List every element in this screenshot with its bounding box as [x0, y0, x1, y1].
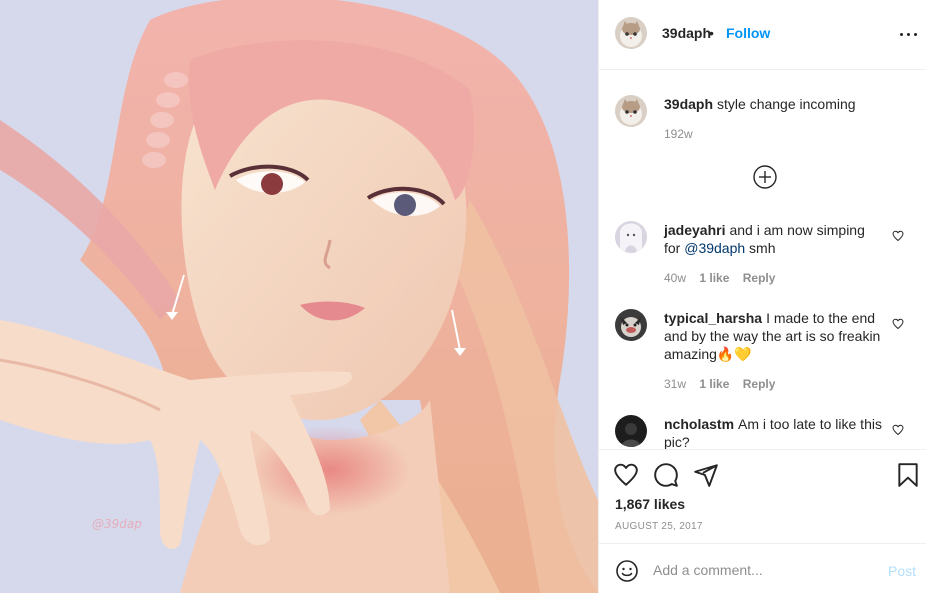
caption-avatar[interactable]: [615, 95, 647, 127]
comment-username[interactable]: ncholastm: [664, 416, 734, 432]
post-sidebar: 39daph • Follow 39daph style change inco…: [598, 0, 926, 593]
post-date: AUGUST 25, 2017: [615, 521, 703, 532]
comment-username[interactable]: jadeyahri: [664, 222, 725, 238]
artwork-illustration: [0, 0, 598, 593]
post-image[interactable]: @39dap: [0, 0, 598, 593]
comment-item: jadeyahri and i am now simping for @39dap…: [615, 221, 915, 311]
comment-likes[interactable]: 1 like: [699, 377, 729, 391]
add-comment-bar: Post: [599, 543, 926, 593]
more-options-icon[interactable]: [897, 26, 921, 42]
commenter-avatar[interactable]: [615, 221, 647, 253]
user-avatar-icon: [615, 221, 647, 253]
comment-input[interactable]: [653, 556, 873, 584]
commenter-avatar[interactable]: [615, 415, 647, 447]
user-avatar-icon: [615, 309, 647, 341]
caption-text: 39daph style change incoming: [664, 95, 884, 113]
comment-text: ncholastm Am i too late to like this pic?: [664, 415, 884, 449]
likes-count[interactable]: 1,867 likes: [615, 496, 685, 512]
follow-button[interactable]: Follow: [726, 25, 770, 41]
reply-button[interactable]: Reply: [743, 377, 776, 391]
user-avatar-icon: [615, 415, 647, 447]
caption-username[interactable]: 39daph: [664, 96, 713, 112]
comment-likes[interactable]: 1 like: [699, 271, 729, 285]
reply-button[interactable]: Reply: [743, 271, 776, 285]
comment-meta: 31w 1 like Reply: [664, 377, 775, 391]
save-bookmark-icon[interactable]: [895, 462, 921, 488]
comment-meta: 40w 1 like Reply: [664, 271, 775, 285]
comment-bubble-icon[interactable]: [653, 462, 679, 488]
comment-text: typical_harsha I made to the end and by t…: [664, 309, 884, 363]
caption-time: 192w: [664, 127, 693, 141]
comment-time: 31w: [664, 377, 687, 391]
plus-circle-icon[interactable]: [752, 164, 778, 190]
emoji-icon[interactable]: [615, 559, 639, 583]
post-header: 39daph • Follow: [599, 0, 926, 70]
heart-icon[interactable]: [892, 230, 904, 242]
post-comment-button[interactable]: Post: [888, 563, 916, 579]
share-paper-plane-icon[interactable]: [693, 462, 719, 488]
cat-avatar-icon: [615, 17, 647, 49]
comment-username[interactable]: typical_harsha: [664, 310, 762, 326]
comment-item: ncholastm Am i too late to like this pic?: [615, 415, 915, 449]
cat-avatar-icon: [615, 95, 647, 127]
author-username[interactable]: 39daph: [662, 25, 711, 41]
heart-icon[interactable]: [892, 424, 904, 436]
mention-link[interactable]: @39daph: [684, 240, 745, 256]
like-heart-icon[interactable]: [613, 462, 639, 488]
comment-body-end: smh: [745, 240, 776, 256]
heart-icon[interactable]: [892, 318, 904, 330]
artist-watermark: @39dap: [92, 517, 142, 531]
commenter-avatar[interactable]: [615, 309, 647, 341]
comments-list[interactable]: 39daph style change incoming 192w jadeya…: [599, 71, 926, 449]
post-actions: 1,867 likes AUGUST 25, 2017: [599, 449, 926, 543]
author-avatar[interactable]: [615, 17, 647, 49]
comment-time: 40w: [664, 271, 687, 285]
comment-item: typical_harsha I made to the end and by t…: [615, 309, 915, 399]
caption-body: style change incoming: [717, 96, 856, 112]
header-separator: •: [709, 25, 714, 41]
comment-text: jadeyahri and i am now simping for @39dap…: [664, 221, 884, 257]
